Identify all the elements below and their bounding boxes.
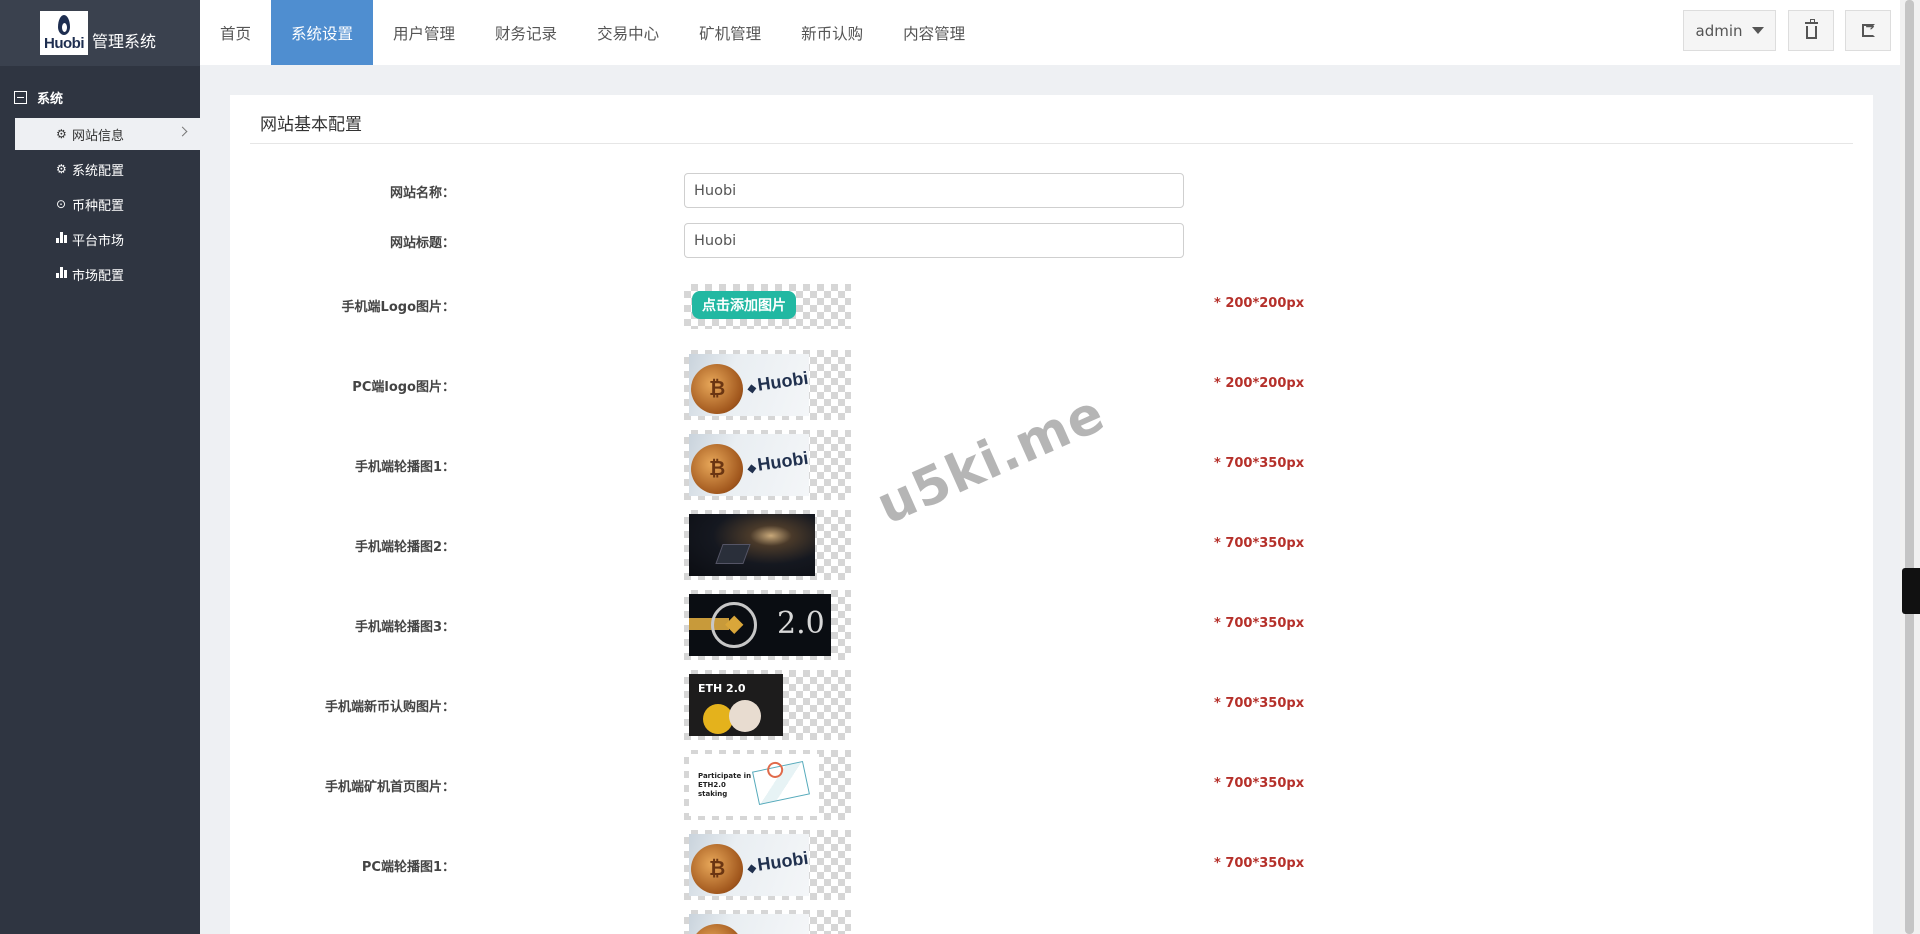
clear-cache-button[interactable] bbox=[1788, 10, 1834, 51]
logout-button[interactable] bbox=[1845, 10, 1891, 51]
bitcoin-coin bbox=[691, 924, 743, 934]
thumbnail-text: 2.0 bbox=[777, 606, 825, 641]
brand-title: 管理系统 bbox=[92, 32, 157, 51]
site-name-input[interactable] bbox=[684, 173, 1184, 208]
chevron-right-icon bbox=[177, 126, 188, 137]
sidebar-item-label: 系统配置 bbox=[72, 163, 125, 179]
size-hint: * 200*200px bbox=[1214, 376, 1305, 391]
tab-home[interactable]: 首页 bbox=[200, 0, 271, 65]
floating-side-tab[interactable] bbox=[1902, 568, 1920, 614]
trash-icon bbox=[1804, 19, 1818, 39]
image-row-label: 手机端新币认购图片： bbox=[324, 700, 455, 715]
tab-finance-records[interactable]: 财务记录 bbox=[475, 0, 577, 65]
mobile-banner-2-thumbnail bbox=[689, 514, 815, 576]
divider bbox=[250, 143, 1853, 144]
site-name-label: 网站名称： bbox=[389, 186, 455, 201]
staking-illustration bbox=[752, 760, 810, 806]
size-hint: * 700*350px bbox=[1214, 696, 1305, 711]
mobile-banner-3-thumbnail: 2.0 bbox=[689, 594, 831, 656]
coin-graphic bbox=[729, 700, 761, 732]
size-hint: * 200*200px bbox=[1214, 296, 1305, 311]
bitcoin-coin bbox=[691, 844, 743, 894]
logo-word: Huobi bbox=[44, 35, 85, 52]
caret-down-icon bbox=[1751, 27, 1764, 34]
sidebar-item-system-config[interactable]: ⚙ 系统配置 bbox=[15, 153, 200, 185]
image-row-label: PC端logo图片： bbox=[352, 380, 455, 395]
scrollbar-thumb[interactable] bbox=[1905, 0, 1914, 934]
circle-dot-icon: ⊙ bbox=[56, 197, 67, 211]
bar-chart-icon bbox=[56, 232, 70, 246]
sidebar-item-label: 市场配置 bbox=[72, 268, 125, 284]
mobile-new-coin-thumbnail: ETH 2.0 bbox=[689, 674, 783, 736]
tab-content-management[interactable]: 内容管理 bbox=[883, 0, 985, 65]
bar-chart-icon bbox=[56, 267, 70, 281]
bitcoin-coin bbox=[691, 364, 743, 414]
size-hint: * 700*350px bbox=[1214, 616, 1305, 631]
add-image-button[interactable]: 点击添加图片 bbox=[692, 291, 796, 319]
mobile-banner-1-upload[interactable]: Huobi bbox=[684, 430, 851, 500]
tab-new-coin-subscription[interactable]: 新币认购 bbox=[781, 0, 883, 65]
next-image-thumbnail bbox=[689, 914, 809, 934]
size-hint: * 700*350px bbox=[1214, 856, 1305, 871]
tab-miner-management[interactable]: 矿机管理 bbox=[679, 0, 781, 65]
sign-out-icon bbox=[1861, 20, 1875, 37]
thumbnail-text: Huobi bbox=[746, 848, 809, 877]
mobile-banner-3-upload[interactable]: 2.0 bbox=[684, 590, 851, 660]
site-title-input[interactable] bbox=[684, 223, 1184, 258]
size-hint: * 700*350px bbox=[1214, 776, 1305, 791]
page-scrollbar[interactable] bbox=[1900, 0, 1920, 934]
image-row-label: 手机端矿机首页图片： bbox=[324, 780, 455, 795]
pc-banner-1-upload[interactable]: Huobi bbox=[684, 830, 851, 900]
sidebar-item-platform-market[interactable]: 平台市场 bbox=[15, 223, 200, 255]
ethereum-icon bbox=[711, 602, 757, 648]
image-row-label: PC端轮播图1： bbox=[361, 860, 455, 875]
sidebar: Huobi 管理系统 系统 ⚙ 网站信息 ⚙ 系统配置 ⊙ 币种配置 平台市场 … bbox=[0, 0, 200, 934]
brand[interactable]: Huobi 管理系统 bbox=[0, 0, 200, 66]
sidebar-item-coin-config[interactable]: ⊙ 币种配置 bbox=[15, 188, 200, 220]
top-nav: 首页 系统设置 用户管理 财务记录 交易中心 矿机管理 新币认购 内容管理 ad… bbox=[200, 0, 1900, 65]
pc-banner-1-thumbnail: Huobi bbox=[689, 834, 809, 896]
pc-logo-upload[interactable]: Huobi bbox=[684, 350, 851, 420]
size-hint: * 700*350px bbox=[1214, 536, 1305, 551]
sidebar-item-market-config[interactable]: 市场配置 bbox=[15, 258, 200, 290]
sidebar-item-label: 币种配置 bbox=[72, 198, 125, 214]
gear-icon: ⚙ bbox=[56, 162, 67, 176]
image-row-label: 手机端Logo图片： bbox=[341, 300, 455, 315]
user-menu-button[interactable]: admin bbox=[1683, 10, 1776, 51]
tab-user-management[interactable]: 用户管理 bbox=[373, 0, 475, 65]
site-title-label: 网站标题： bbox=[389, 236, 455, 251]
mobile-banner-1-thumbnail: Huobi bbox=[689, 434, 809, 496]
sidebar-item-site-info[interactable]: ⚙ 网站信息 bbox=[15, 118, 200, 150]
mobile-miner-home-upload[interactable]: Participate in ETH2.0 staking bbox=[684, 750, 851, 820]
bitcoin-coin bbox=[691, 444, 743, 494]
mobile-miner-home-thumbnail: Participate in ETH2.0 staking bbox=[689, 754, 819, 816]
huobi-logo: Huobi bbox=[40, 11, 88, 55]
thumbnail-text: Huobi bbox=[746, 368, 809, 397]
pc-logo-thumbnail: Huobi bbox=[689, 354, 809, 416]
image-row-label: 手机端轮播图1： bbox=[354, 460, 455, 475]
image-row-label: 手机端轮播图3： bbox=[354, 620, 455, 635]
sidebar-group-system[interactable]: 系统 bbox=[0, 82, 200, 112]
image-row-label: 手机端轮播图2： bbox=[354, 540, 455, 555]
thumbnail-text: Huobi bbox=[746, 448, 809, 477]
username: admin bbox=[1695, 21, 1743, 40]
flame-icon bbox=[58, 15, 70, 35]
tab-system-settings[interactable]: 系统设置 bbox=[271, 0, 374, 65]
mobile-banner-2-upload[interactable] bbox=[684, 510, 851, 580]
panel-title: 网站基本配置 bbox=[260, 115, 362, 135]
thumbnail-text: Participate in ETH2.0 staking bbox=[698, 772, 752, 798]
tab-trade-center[interactable]: 交易中心 bbox=[577, 0, 679, 65]
next-image-upload[interactable] bbox=[684, 910, 851, 934]
mobile-new-coin-upload[interactable]: ETH 2.0 bbox=[684, 670, 851, 740]
mobile-logo-upload[interactable]: 点击添加图片 bbox=[684, 284, 851, 329]
sidebar-group-label: 系统 bbox=[37, 91, 64, 107]
sidebar-item-label: 平台市场 bbox=[72, 233, 125, 249]
collapse-icon[interactable] bbox=[14, 90, 27, 104]
site-config-panel: 网站基本配置 网站名称： 网站标题： 手机端Logo图片： 点击添加图片 * 2… bbox=[230, 95, 1873, 934]
thumbnail-text: ETH 2.0 bbox=[698, 682, 746, 695]
size-hint: * 700*350px bbox=[1214, 456, 1305, 471]
gear-icon: ⚙ bbox=[56, 127, 67, 141]
sidebar-item-label: 网站信息 bbox=[72, 128, 125, 144]
